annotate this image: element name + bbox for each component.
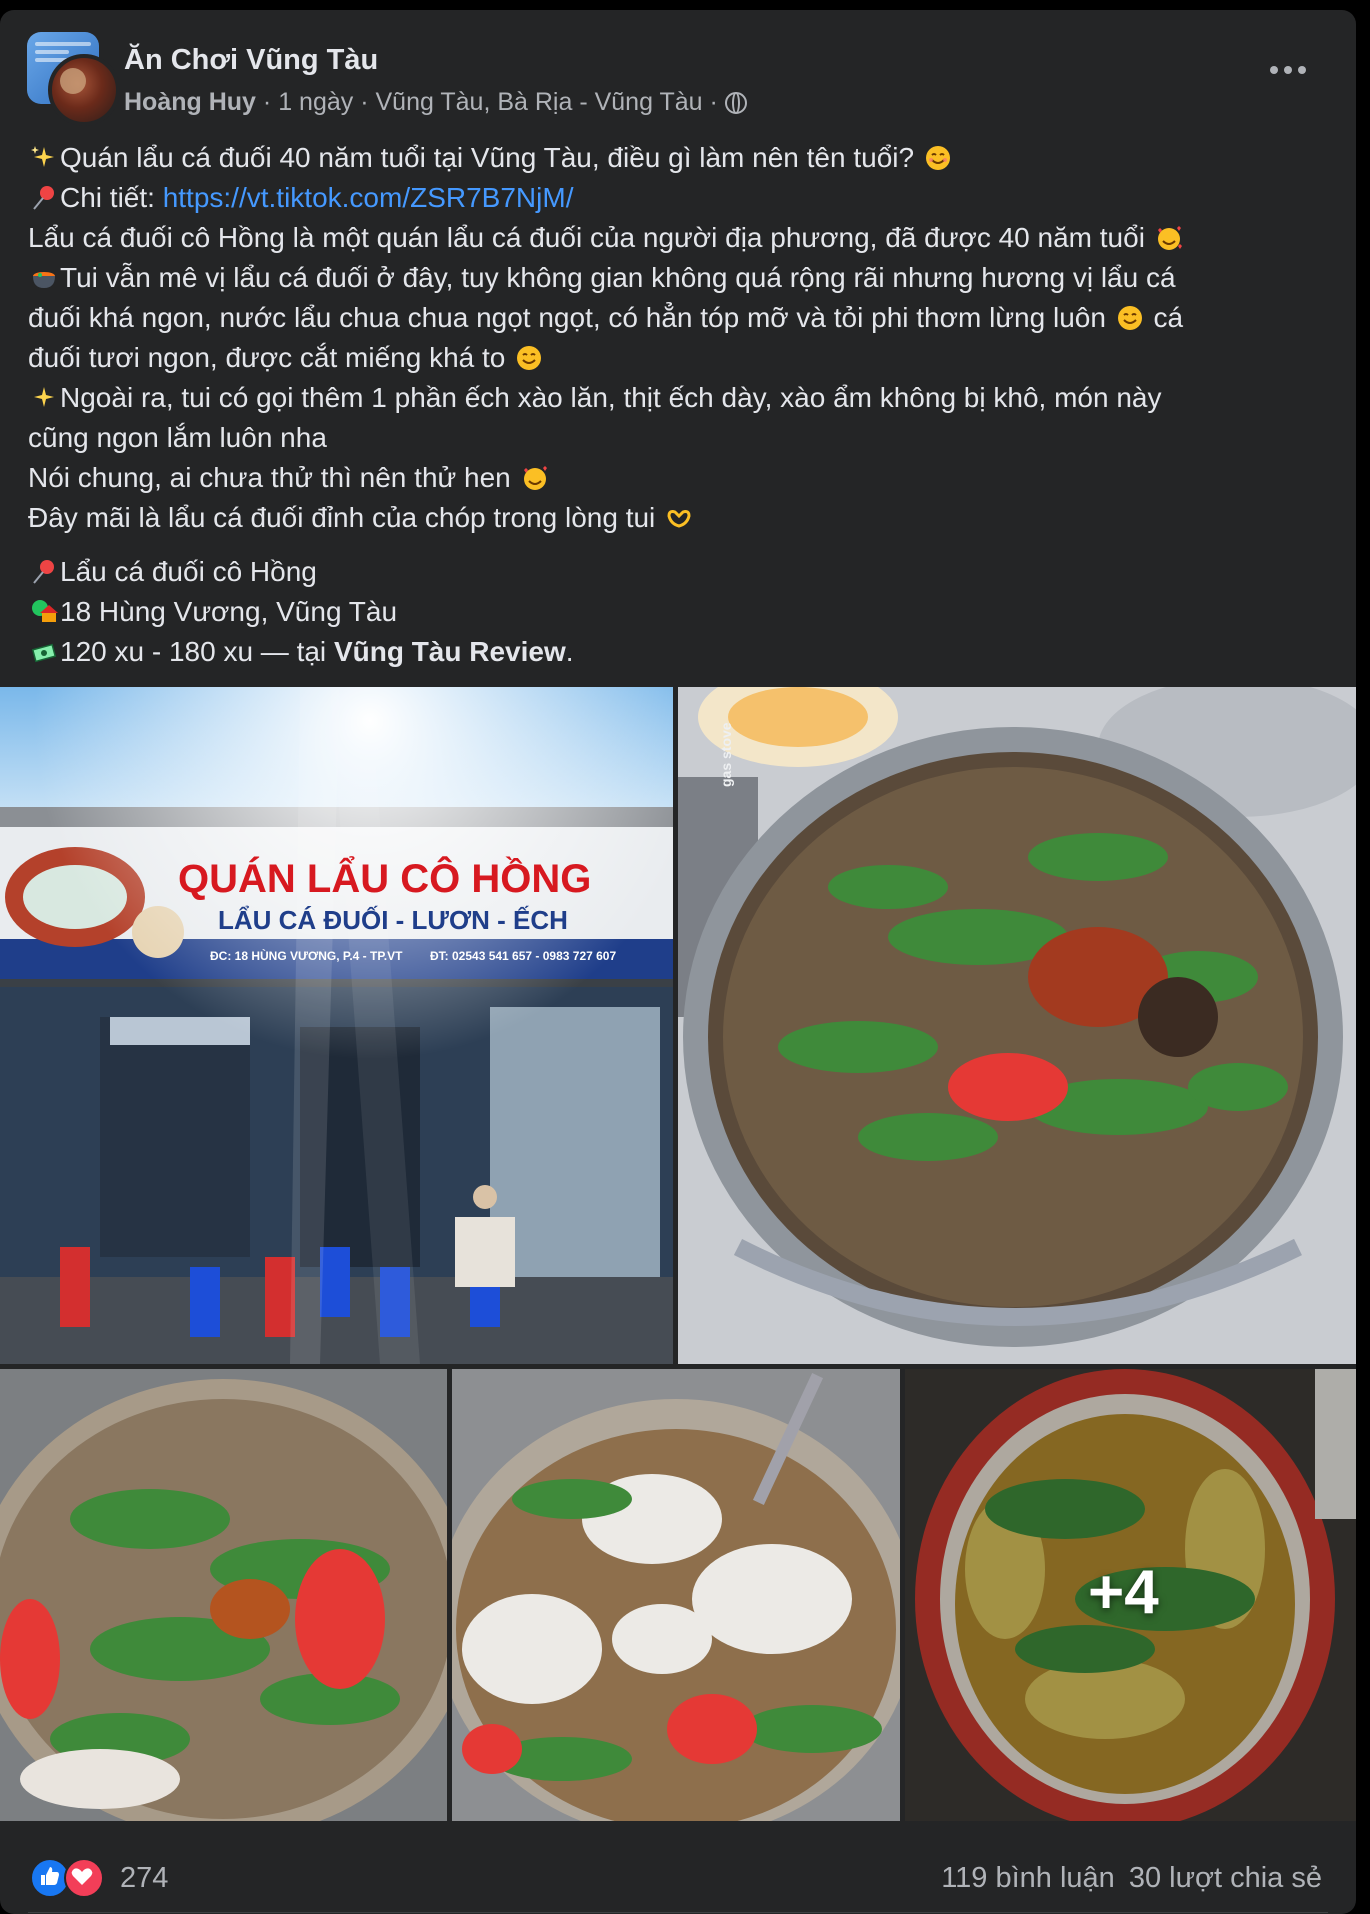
post-location[interactable]: Vũng Tàu, Bà Rịa - Vũng Tàu <box>375 88 702 116</box>
smiling-face-icon <box>1117 306 1142 330</box>
smiling-face-icon <box>925 146 950 170</box>
group-name-link[interactable]: Ăn Chơi Vũng Tàu <box>124 44 378 77</box>
tiktok-link[interactable]: https://vt.tiktok.com/ZSR7B7NjM/ <box>163 182 574 213</box>
heart-hands-icon <box>667 510 691 528</box>
text-line: Lẩu cá đuối cô Hồng là một quán lẩu cá đ… <box>28 222 1145 253</box>
reaction-count[interactable]: 274 <box>120 1862 168 1895</box>
text-line: cũng ngon lắm luôn nha <box>28 422 327 453</box>
sign-title: QUÁN LẨU CÔ HỒNG <box>178 857 592 901</box>
text-line: cá <box>1145 302 1184 333</box>
sign-address: ĐC: 18 HÙNG VƯƠNG, P.4 - TP.VT <box>210 949 403 963</box>
meta-separator: · <box>262 88 272 116</box>
post-footer: 274 119 bình luận 30 lượt chia sẻ <box>0 1821 1356 1914</box>
comment-count[interactable]: 119 bình luận <box>941 1862 1115 1894</box>
stove-label: gas stove <box>718 722 734 787</box>
photo-ray-fish[interactable] <box>452 1369 900 1821</box>
post-card: Ăn Chơi Vũng Tàu Hoàng Huy · 1 ngày · Vũ… <box>0 10 1356 1914</box>
text-line: 18 Hùng Vương, Vũng Tàu <box>60 596 398 627</box>
share-count[interactable]: 30 lượt chia sẻ <box>1129 1862 1322 1894</box>
post-header: Ăn Chơi Vũng Tàu Hoàng Huy · 1 ngày · Vũ… <box>0 10 1356 126</box>
love-reaction-icon[interactable] <box>64 1858 104 1898</box>
text-line: đuối tươi ngon, được cắt miếng khá to <box>28 342 506 373</box>
globe-icon[interactable] <box>724 92 747 114</box>
text-line: Nói chung, ai chưa thử thì nên thử hen <box>28 462 511 493</box>
photo-hotpot-closeup[interactable] <box>0 1369 447 1821</box>
sparkles-icon <box>31 146 54 167</box>
text-line: Chi tiết: <box>60 182 163 213</box>
text-line: Lẩu cá đuối cô Hồng <box>60 556 317 587</box>
round-pushpin-icon <box>33 560 54 584</box>
sign-phone: ĐT: 02543 541 657 - 0983 727 607 <box>430 949 617 963</box>
sign-subtitle: LẨU CÁ ĐUỐI - LƯƠN - ẾCH <box>218 905 568 935</box>
text-line: Tui vẫn mê vị lẩu cá đuối ở đây, tuy khô… <box>60 262 1176 293</box>
post-time[interactable]: 1 ngày <box>278 88 353 116</box>
post-meta: Hoàng Huy · 1 ngày · Vũng Tàu, Bà Rịa - … <box>124 88 747 117</box>
meta-separator: · <box>360 88 369 116</box>
text-line: Ngoài ra, tui có gọi thêm 1 phần ếch xào… <box>60 382 1162 413</box>
smiling-face-icon <box>517 346 542 370</box>
text-line: Quán lẩu cá đuối 40 năm tuổi tại Vũng Tà… <box>60 142 915 173</box>
post-text: Quán lẩu cá đuối 40 năm tuổi tại Vũng Tà… <box>28 138 1328 672</box>
review-page-link[interactable]: Vũng Tàu Review <box>334 636 566 667</box>
stew-pot-icon <box>33 272 55 288</box>
meta-separator: · <box>709 88 718 116</box>
author-name-link[interactable]: Hoàng Huy <box>124 88 256 116</box>
round-pushpin-icon <box>33 186 54 210</box>
divider <box>28 1912 1328 1913</box>
more-options-icon[interactable] <box>1268 60 1308 80</box>
author-avatar[interactable] <box>48 54 120 126</box>
photo-storefront[interactable]: QUÁN LẨU CÔ HỒNG LẨU CÁ ĐUỐI - LƯƠN - ẾC… <box>0 687 673 1364</box>
text-line: Đây mãi là lẩu cá đuối đỉnh của chóp tro… <box>28 502 656 533</box>
house-garden-icon <box>32 600 58 622</box>
text-line: đuối khá ngon, nước lẩu chua chua ngọt n… <box>28 302 1106 333</box>
photo-hotpot-stove[interactable]: gas stove <box>678 687 1356 1364</box>
more-photos-count: +4 <box>1088 1558 1159 1627</box>
text-line: . <box>565 636 574 667</box>
smiling-hearts-icon <box>523 466 547 490</box>
text-line: 120 xu - 180 xu — tại <box>60 636 334 667</box>
photo-gallery: QUÁN LẨU CÔ HỒNG LẨU CÁ ĐUỐI - LƯƠN - ẾC… <box>0 687 1356 1821</box>
sparkles-icon <box>34 387 54 407</box>
engagement-stats: 119 bình luận 30 lượt chia sẻ <box>941 1862 1322 1895</box>
photo-frog-dish[interactable]: +4 <box>905 1369 1356 1821</box>
money-wings-icon <box>31 643 57 663</box>
smiling-hearts-icon <box>1157 226 1182 250</box>
